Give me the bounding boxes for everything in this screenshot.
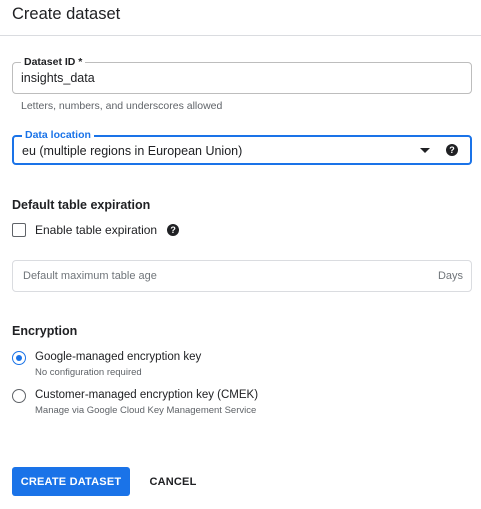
encryption-section-title: Encryption: [12, 324, 78, 338]
google-managed-key-sublabel: No configuration required: [35, 367, 142, 378]
help-icon[interactable]: ?: [446, 144, 458, 156]
expiration-help-icon[interactable]: ?: [167, 224, 180, 236]
cmek-option[interactable]: Customer-managed encryption key (CMEK) M…: [12, 388, 258, 417]
cmek-label[interactable]: Customer-managed encryption key (CMEK): [35, 388, 258, 402]
google-managed-key-label[interactable]: Google-managed encryption key: [35, 350, 201, 364]
data-location-select[interactable]: Data location eu (multiple regions in Eu…: [12, 129, 472, 165]
enable-expiration-label[interactable]: Enable table expiration: [35, 223, 157, 237]
cmek-sublabel: Manage via Google Cloud Key Management S…: [35, 405, 257, 416]
dataset-id-hint: Letters, numbers, and underscores allowe…: [21, 100, 223, 112]
enable-expiration-checkbox[interactable]: [12, 223, 26, 237]
data-location-value[interactable]: eu (multiple regions in European Union): [22, 144, 242, 159]
dialog-title: Create dataset: [12, 5, 121, 23]
google-managed-key-option[interactable]: Google-managed encryption key No configu…: [12, 350, 201, 379]
header-divider: [0, 35, 481, 36]
dataset-id-label: Dataset ID *: [21, 56, 86, 68]
dataset-id-field[interactable]: Dataset ID * insights_data: [12, 56, 472, 94]
cancel-button[interactable]: CANCEL: [140, 467, 206, 496]
dataset-id-value[interactable]: insights_data: [21, 71, 95, 86]
dropdown-arrow-icon[interactable]: [420, 148, 430, 153]
data-location-label: Data location: [22, 129, 94, 141]
create-dataset-button[interactable]: CREATE DATASET: [12, 467, 130, 496]
table-age-placeholder: Default maximum table age: [23, 270, 157, 282]
table-age-suffix: Days: [437, 270, 463, 282]
expiration-section-title: Default table expiration: [12, 198, 151, 212]
cmek-radio[interactable]: [12, 389, 26, 403]
google-managed-key-radio[interactable]: [12, 351, 26, 365]
table-age-input[interactable]: Default maximum table age Days: [12, 260, 472, 292]
enable-expiration-row[interactable]: Enable table expiration ?: [12, 223, 180, 237]
